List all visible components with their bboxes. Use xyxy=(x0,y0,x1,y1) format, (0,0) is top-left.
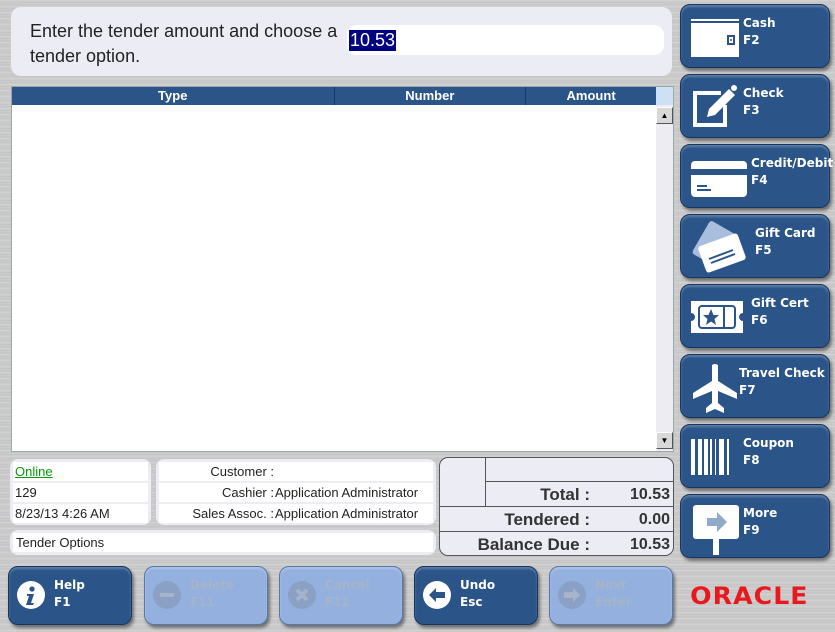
gift-cert-key: F6 xyxy=(751,313,768,327)
oracle-logo: ORACLE xyxy=(690,582,809,610)
next-label: Next xyxy=(595,578,627,592)
total-label: Total : xyxy=(540,485,590,504)
tender-options-label: Tender Options xyxy=(13,533,433,552)
credit-debit-key: F4 xyxy=(751,173,768,187)
column-header-amount[interactable]: Amount xyxy=(526,87,656,105)
cashier-label: Cashier : xyxy=(221,485,274,500)
airplane-icon xyxy=(693,364,737,413)
arrow-sign-icon xyxy=(693,505,739,555)
gift-card-label: Gift Card xyxy=(755,226,816,240)
sales-assoc-row: Sales Assoc. : Application Administrator xyxy=(159,504,433,523)
sales-assoc-value: Application Administrator xyxy=(275,506,419,521)
ticket-star-icon xyxy=(691,301,743,333)
gift-cert-label: Gift Cert xyxy=(751,296,809,310)
totals-box: Total : 10.53 Tendered : 0.00 Balance Du… xyxy=(439,457,674,556)
column-header-type[interactable]: Type xyxy=(12,87,335,105)
delete-key: F11 xyxy=(190,595,215,609)
balance-due-label: Balance Due : xyxy=(477,535,590,554)
gift-card-button[interactable]: Gift Card F5 xyxy=(680,214,830,278)
cash-label: Cash xyxy=(743,16,776,30)
more-label: More xyxy=(743,506,778,520)
tender-grid: Type Number Amount ▲ ▼ xyxy=(11,86,674,452)
tendered-label: Tendered : xyxy=(504,510,590,529)
info-icon xyxy=(17,581,45,609)
gift-card-icon xyxy=(692,221,746,273)
coupon-label: Coupon xyxy=(743,436,794,450)
undo-button[interactable]: Undo Esc xyxy=(414,566,538,625)
cancel-label: Cancel xyxy=(325,578,370,592)
vertical-scrollbar[interactable]: ▲ ▼ xyxy=(656,105,673,451)
gift-card-key: F5 xyxy=(755,243,772,257)
credit-card-icon xyxy=(691,161,747,197)
total-value: 10.53 xyxy=(629,486,670,503)
register-number: 129 xyxy=(13,483,148,502)
cancel-key: F12 xyxy=(325,595,350,609)
check-label: Check xyxy=(743,86,784,100)
help-key: F1 xyxy=(54,595,71,609)
scroll-corner xyxy=(656,87,673,105)
arrow-left-circle-icon xyxy=(423,581,451,609)
next-key: Enter xyxy=(595,595,632,609)
balance-due-value: 10.53 xyxy=(629,536,670,553)
credit-debit-label: Credit/Debit xyxy=(751,156,834,170)
cash-key: F2 xyxy=(743,33,760,47)
divider xyxy=(485,481,673,482)
travel-check-button[interactable]: Travel Check F7 xyxy=(680,354,830,418)
x-circle-icon xyxy=(288,581,316,609)
divider xyxy=(485,458,486,506)
grid-header: Type Number Amount xyxy=(12,87,656,105)
delete-label: Delete xyxy=(190,578,235,592)
check-key: F3 xyxy=(743,103,760,117)
arrow-right-circle-icon xyxy=(558,581,586,609)
more-button[interactable]: More F9 xyxy=(680,494,830,558)
travel-check-key: F7 xyxy=(739,383,756,397)
help-button[interactable]: Help F1 xyxy=(8,566,132,625)
travel-check-label: Travel Check xyxy=(739,366,825,380)
undo-label: Undo xyxy=(460,578,496,592)
sales-assoc-label: Sales Assoc. : xyxy=(192,506,274,521)
pencil-check-icon xyxy=(693,85,737,127)
column-header-number[interactable]: Number xyxy=(335,87,527,105)
coupon-button[interactable]: Coupon F8 xyxy=(680,424,830,488)
scroll-up-button[interactable]: ▲ xyxy=(656,107,673,124)
status-box: Online 129 8/23/13 4:26 AM xyxy=(10,459,151,525)
delete-button[interactable]: Delete F11 xyxy=(144,566,268,625)
prompt-text: Enter the tender amount and choose a ten… xyxy=(30,21,338,66)
wallet-icon xyxy=(691,19,739,57)
user-info-box: Customer : Cashier : Application Adminis… xyxy=(156,459,436,525)
cancel-button[interactable]: Cancel F12 xyxy=(279,566,403,625)
undo-key: Esc xyxy=(460,595,483,609)
scroll-down-button[interactable]: ▼ xyxy=(656,432,673,449)
coupon-key: F8 xyxy=(743,453,760,467)
date-time: 8/23/13 4:26 AM xyxy=(13,504,148,523)
help-label: Help xyxy=(54,578,85,592)
customer-label: Customer : xyxy=(210,464,274,479)
prompt-panel: Enter the tender amount and choose a ten… xyxy=(11,7,672,76)
cashier-row: Cashier : Application Administrator xyxy=(159,483,433,502)
customer-row: Customer : xyxy=(159,462,433,481)
tendered-value: 0.00 xyxy=(638,511,670,528)
gift-cert-button[interactable]: Gift Cert F6 xyxy=(680,284,830,348)
amount-value: 10.53 xyxy=(349,30,397,51)
online-status-link[interactable]: Online xyxy=(15,464,53,479)
next-button[interactable]: Next Enter xyxy=(549,566,673,625)
status-online-row: Online xyxy=(13,462,148,481)
credit-debit-button[interactable]: Credit/Debit F4 xyxy=(680,144,834,208)
divider xyxy=(440,531,673,532)
minus-circle-icon xyxy=(153,581,181,609)
tender-options-box: Tender Options xyxy=(10,530,436,555)
amount-input[interactable]: 10.53 xyxy=(347,25,664,55)
cash-button[interactable]: Cash F2 xyxy=(680,4,830,68)
more-key: F9 xyxy=(743,523,760,537)
check-button[interactable]: Check F3 xyxy=(680,74,830,138)
cashier-value: Application Administrator xyxy=(275,485,419,500)
barcode-icon xyxy=(691,439,729,475)
divider xyxy=(440,506,673,507)
